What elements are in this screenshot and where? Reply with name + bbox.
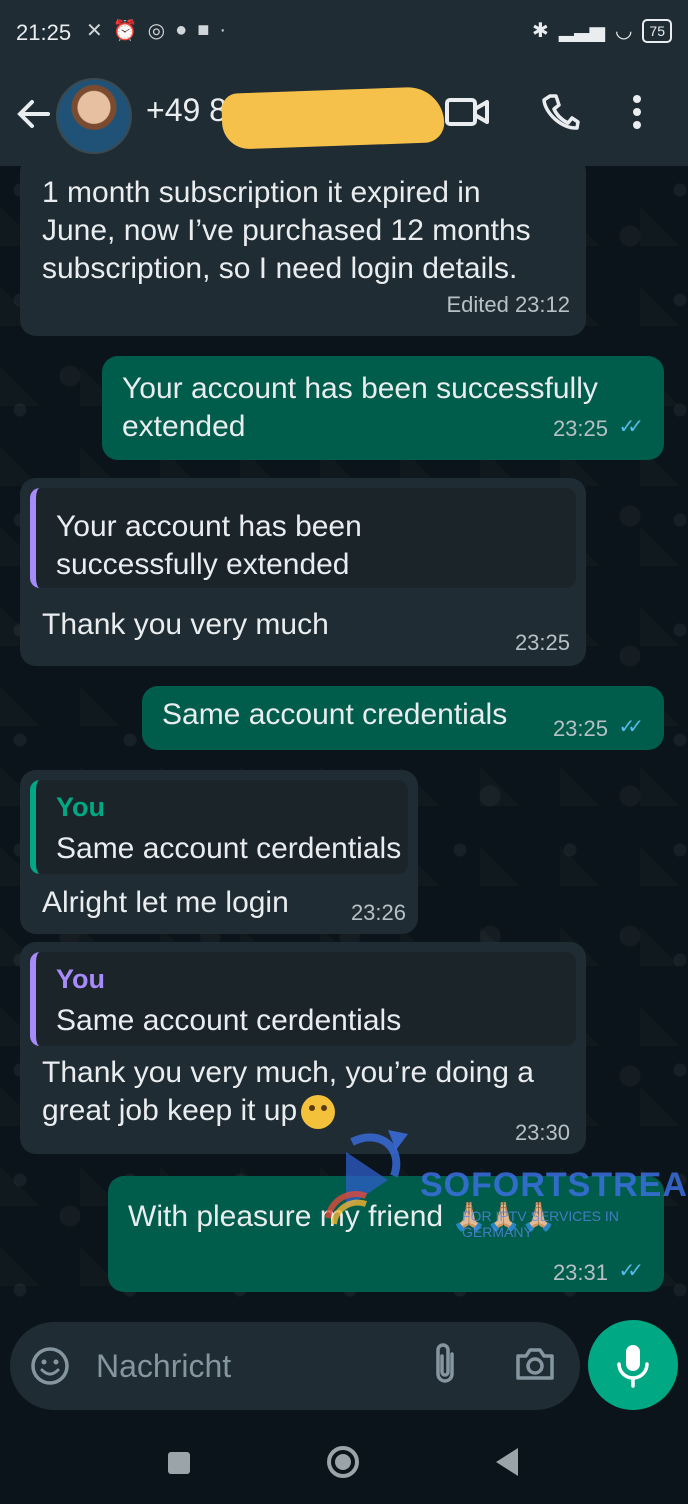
quoted-author: You — [56, 964, 105, 994]
battery-icon: 75 — [642, 18, 672, 43]
quoted-text: Same account cerdentials — [56, 1004, 402, 1037]
status-time: 21:25 — [16, 20, 72, 45]
message-input[interactable] — [94, 1340, 398, 1392]
message-timestamp: 23:31 — [552, 1260, 608, 1285]
phone-call-icon[interactable] — [540, 92, 580, 132]
message-composer — [10, 1322, 580, 1410]
message-text: Thank you very much, you’re doing a grea… — [42, 1054, 534, 1130]
read-ticks-icon: ✓✓ — [618, 716, 643, 738]
mute-vibrate-icon: ✕ — [86, 20, 103, 42]
app-icon: ■ — [197, 19, 210, 41]
message-timestamp: 23:25 — [552, 716, 608, 741]
message-icon: ● — [175, 19, 188, 41]
whatsapp-icon: ◎ — [147, 20, 166, 42]
bluetooth-icon: ✱ — [532, 20, 549, 42]
status-right-icons: ✱ ▂▃▅ ◡ 75 — [532, 18, 672, 43]
message-text: Your account has been successfully exten… — [122, 372, 598, 443]
back-arrow-icon[interactable] — [14, 94, 54, 134]
pray-emoji: 🙏🏼 — [521, 1201, 557, 1232]
microphone-button[interactable] — [588, 1320, 678, 1410]
status-left-icons: ✕ ⏰ ◎ ● ■ · — [86, 18, 226, 43]
message-text: 1 month subscription it expired in June,… — [42, 176, 531, 285]
system-navigation-bar — [0, 1420, 688, 1504]
quoted-text: Same account cerdentials — [56, 832, 402, 865]
wifi-icon: ◡ — [614, 20, 633, 42]
contact-avatar[interactable] — [56, 78, 132, 154]
more-notifications-icon: · — [219, 19, 226, 41]
chat-area[interactable]: 1 month subscription it expired in June,… — [0, 166, 688, 1314]
emoji-icon[interactable] — [30, 1346, 70, 1386]
incoming-message[interactable]: You Same account cerdentials Thank you v… — [20, 942, 586, 1154]
message-text: With pleasure my friend 🙏🏼🙏🏼🙏🏼 — [128, 1200, 557, 1233]
outgoing-message[interactable]: With pleasure my friend 🙏🏼🙏🏼🙏🏼 23:31 ✓✓ — [108, 1176, 664, 1292]
message-text: Same account credentials — [162, 698, 508, 731]
read-ticks-icon: ✓✓ — [618, 416, 643, 438]
contact-name[interactable]: +49 8 — [146, 92, 227, 129]
message-timestamp: 23:25 — [514, 630, 570, 655]
camera-icon[interactable] — [514, 1344, 556, 1384]
status-bar: 21:25 ✕ ⏰ ◎ ● ■ · ✱ ▂▃▅ ◡ 75 — [0, 0, 688, 70]
pray-emoji: 🙏🏼 — [451, 1201, 487, 1232]
message-text: Thank you very much — [42, 608, 329, 641]
alarm-icon: ⏰ — [112, 20, 138, 42]
quoted-message[interactable]: You Same account cerdentials — [30, 780, 408, 874]
pray-emoji: 🙏🏼 — [486, 1201, 522, 1232]
message-timestamp: 23:30 — [514, 1120, 570, 1145]
message-timestamp: 23:26 — [350, 900, 406, 925]
home-button[interactable] — [327, 1446, 359, 1478]
video-call-icon[interactable] — [444, 92, 490, 132]
outgoing-message[interactable]: Same account credentials 23:25 ✓✓ — [142, 686, 664, 750]
quoted-message[interactable]: Your account has been successfully exten… — [30, 488, 576, 588]
outgoing-message[interactable]: Your account has been successfully exten… — [102, 356, 664, 460]
chat-header: +49 8 — [0, 70, 688, 166]
quoted-author: You — [56, 792, 105, 822]
recent-apps-button[interactable] — [168, 1452, 190, 1474]
quoted-message[interactable]: You Same account cerdentials — [30, 952, 576, 1046]
message-timestamp: 23:25 — [552, 416, 608, 441]
smiling-face-emoji — [301, 1095, 336, 1130]
incoming-message[interactable]: Your account has been successfully exten… — [20, 478, 586, 666]
incoming-message[interactable]: You Same account cerdentials Alright let… — [20, 770, 418, 934]
quoted-text: Your account has been successfully exten… — [56, 510, 362, 581]
more-options-icon[interactable] — [630, 92, 644, 132]
message-timestamp: Edited 23:12 — [446, 292, 570, 317]
incoming-message[interactable]: 1 month subscription it expired in June,… — [20, 166, 586, 336]
read-ticks-icon: ✓✓ — [618, 1260, 643, 1282]
attachment-icon[interactable] — [430, 1340, 460, 1388]
redaction-mark — [221, 86, 445, 150]
back-button[interactable] — [496, 1448, 518, 1476]
microphone-icon — [617, 1345, 649, 1388]
message-text: Alright let me login — [42, 886, 289, 919]
signal-icon: ▂▃▅ — [558, 20, 605, 42]
